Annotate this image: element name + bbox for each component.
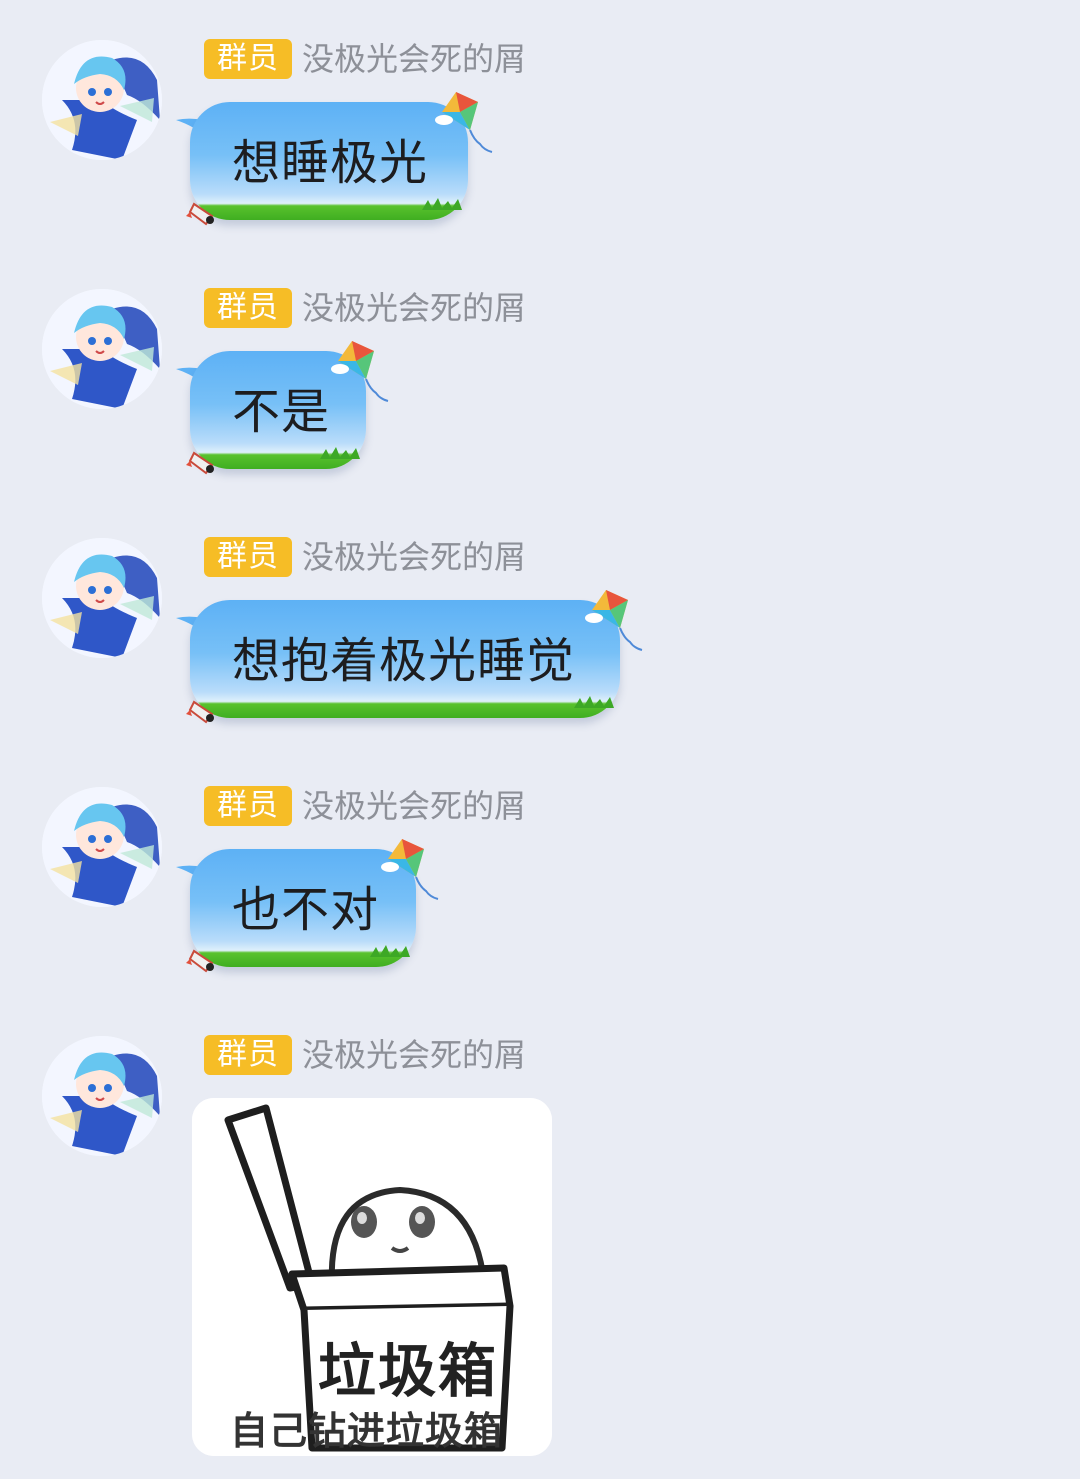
grass-decoration (370, 945, 410, 957)
rocket-icon (186, 202, 214, 226)
avatar[interactable] (42, 40, 162, 160)
chat-message-list[interactable]: 群员 没极光会死的屑 想睡极光 群员 没极光会死的屑 不是 群员 没极光会死的屑… (0, 0, 1080, 1479)
kite-icon (331, 341, 389, 402)
message-header: 群员 没极光会死的屑 (204, 1034, 526, 1076)
sticker-bin-label: 垃圾箱 (318, 1337, 499, 1405)
sender-nickname[interactable]: 没极光会死的屑 (302, 38, 526, 80)
grass-decoration (574, 696, 614, 708)
message-header: 群员 没极光会死的屑 (204, 38, 526, 80)
kite-icon (435, 92, 493, 153)
rocket-icon (186, 949, 214, 973)
message-header: 群员 没极光会死的屑 (204, 287, 526, 329)
message-text: 想睡极光 (232, 135, 429, 191)
role-badge: 群员 (204, 1035, 292, 1075)
role-badge: 群员 (204, 39, 292, 79)
role-badge: 群员 (204, 786, 292, 826)
message-text: 想抱着极光睡觉 (232, 633, 576, 689)
kite-icon (585, 590, 643, 651)
avatar[interactable] (42, 538, 162, 658)
sender-nickname[interactable]: 没极光会死的屑 (302, 536, 526, 578)
message-header: 群员 没极光会死的屑 (204, 785, 526, 827)
message-bubble[interactable]: 不是 (176, 341, 389, 475)
grass-decoration (422, 198, 462, 210)
message-bubble[interactable]: 也不对 (176, 839, 439, 973)
message-text: 也不对 (232, 882, 380, 938)
message-header: 群员 没极光会死的屑 (204, 536, 526, 578)
rocket-icon (186, 700, 214, 724)
sticker-image[interactable]: 垃圾箱 自己钻进垃圾箱 (192, 1098, 552, 1456)
sender-nickname[interactable]: 没极光会死的屑 (302, 785, 526, 827)
message-bubble[interactable]: 想睡极光 (176, 92, 493, 226)
grass-decoration (320, 447, 360, 459)
role-badge: 群员 (204, 288, 292, 328)
avatar[interactable] (42, 1036, 162, 1156)
avatar[interactable] (42, 787, 162, 907)
message-bubble[interactable]: 想抱着极光睡觉 (176, 590, 643, 724)
rocket-icon (186, 451, 214, 475)
role-badge: 群员 (204, 537, 292, 577)
kite-icon (381, 839, 439, 900)
avatar[interactable] (42, 289, 162, 409)
sender-nickname[interactable]: 没极光会死的屑 (302, 287, 526, 329)
sticker-caption: 自己钻进垃圾箱 (230, 1409, 504, 1453)
message-text: 不是 (232, 384, 331, 440)
sender-nickname[interactable]: 没极光会死的屑 (302, 1034, 526, 1076)
